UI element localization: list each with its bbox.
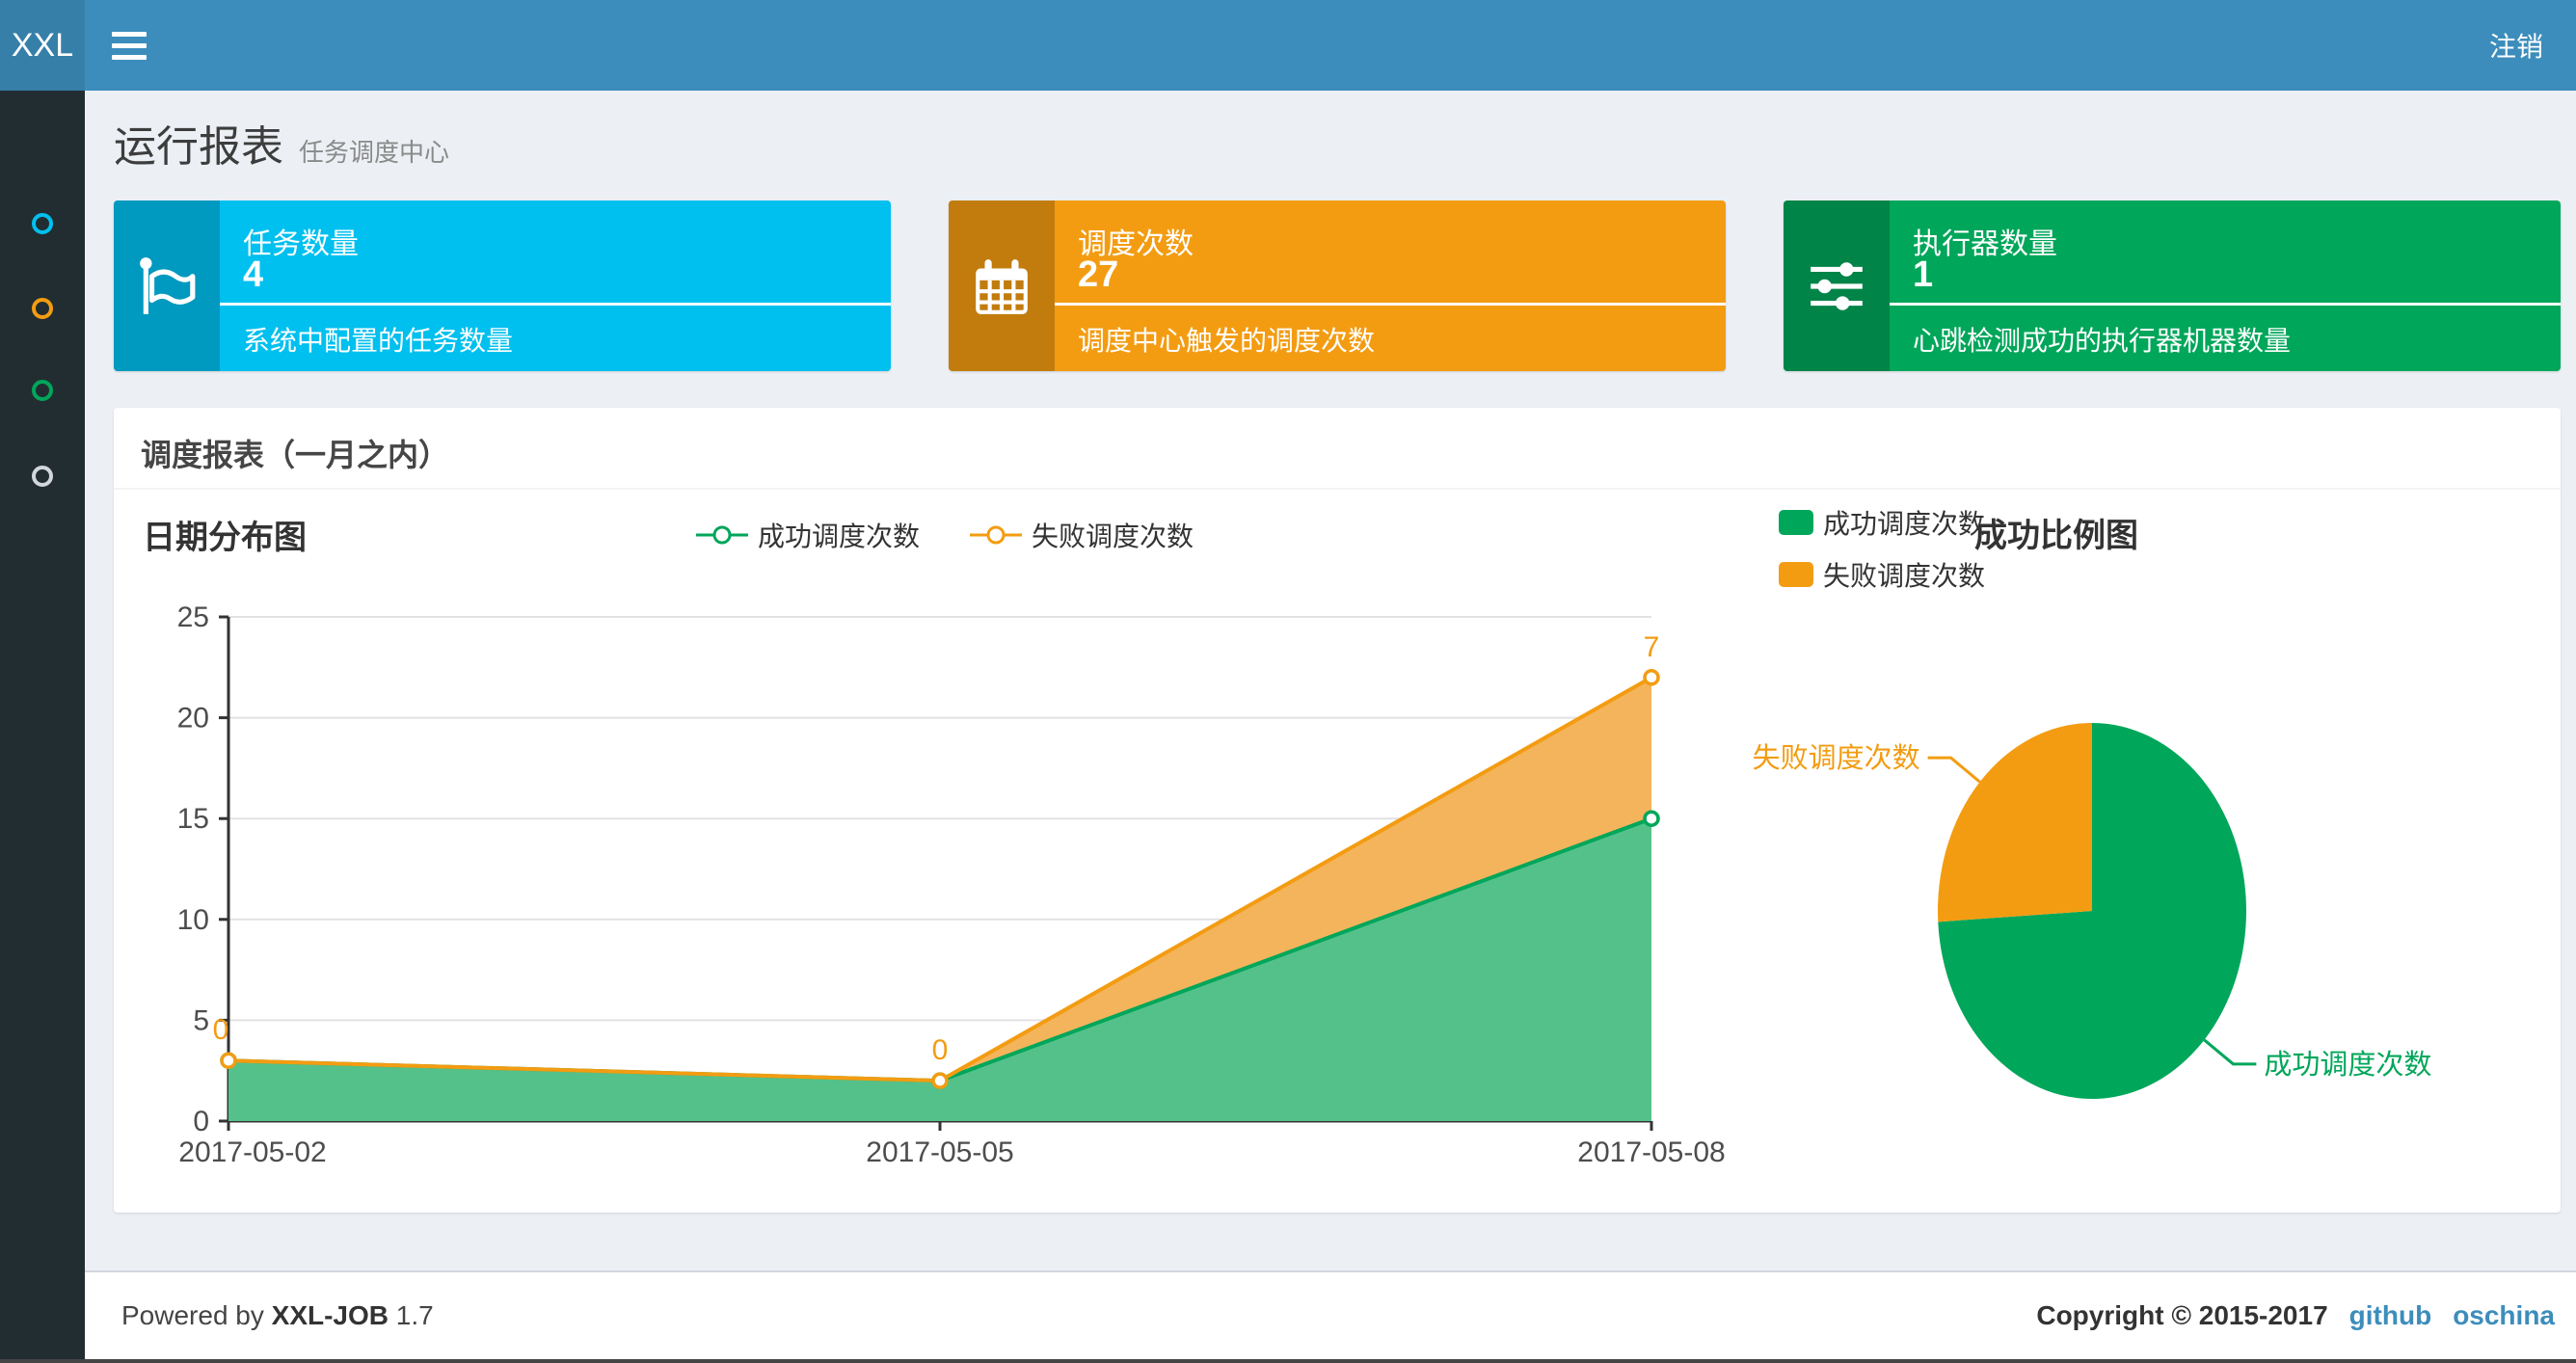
- line-chart-legend: 成功调度次数 失败调度次数: [135, 516, 1755, 554]
- stat-value: 1: [1913, 254, 1934, 295]
- circle-icon: [32, 213, 53, 234]
- swatch-icon: [1779, 510, 1813, 535]
- circle-icon: [32, 380, 53, 401]
- legend-item-fail[interactable]: 失败调度次数: [1779, 555, 1985, 594]
- hamburger-icon: [112, 31, 147, 37]
- svg-text:0: 0: [193, 1106, 209, 1137]
- divider: [1890, 303, 2561, 306]
- page-subtitle: 任务调度中心: [299, 138, 450, 167]
- stat-title: 执行器数量: [1913, 228, 2057, 260]
- sidebar-item-4[interactable]: [23, 457, 62, 495]
- sliders-icon: [1784, 200, 1890, 371]
- svg-text:成功调度次数: 成功调度次数: [2264, 1049, 2431, 1081]
- oschina-link[interactable]: oschina: [2453, 1300, 2555, 1331]
- top-navbar: XXL 注销: [0, 0, 2576, 91]
- copyright: Copyright © 2015-2017 github oschina: [2036, 1300, 2555, 1331]
- svg-text:25: 25: [177, 601, 209, 633]
- legend-item-fail[interactable]: 失败调度次数: [970, 516, 1194, 554]
- legend-label: 失败调度次数: [1823, 561, 1986, 591]
- legend-item-success[interactable]: 成功调度次数: [1779, 503, 1985, 542]
- svg-text:2017-05-08: 2017-05-08: [1577, 1136, 1725, 1168]
- line-circle-marker-icon: [970, 525, 1022, 545]
- panel-header: 调度报表（一月之内）: [114, 408, 2561, 490]
- logout-button[interactable]: 注销: [2489, 0, 2543, 91]
- svg-text:失败调度次数: 失败调度次数: [1753, 742, 1920, 774]
- line-circle-marker-icon: [695, 525, 748, 545]
- sidebar: [0, 91, 85, 1363]
- stat-description: 调度中心触发的调度次数: [1078, 326, 1376, 356]
- stat-box-executors: 执行器数量 1 心跳检测成功的执行器机器数量: [1784, 200, 2561, 371]
- legend-label: 成功调度次数: [757, 521, 920, 551]
- sidebar-item-2[interactable]: [23, 289, 62, 328]
- report-panel: 调度报表（一月之内） 0 5 10 15 20 25 2017-05-02 2017-05-0…: [114, 408, 2561, 1213]
- stat-value: 27: [1078, 254, 1119, 295]
- panel-title: 调度报表（一月之内）: [141, 438, 450, 472]
- pie-chart-title: 成功比例图: [1974, 518, 2138, 554]
- github-link[interactable]: github: [2349, 1300, 2432, 1331]
- svg-text:0: 0: [932, 1034, 949, 1066]
- svg-text:0: 0: [213, 1014, 229, 1046]
- copyright-text: Copyright © 2015-2017: [2036, 1300, 2328, 1330]
- legend-label: 失败调度次数: [1032, 521, 1194, 551]
- stat-box-jobs: 任务数量 4 系统中配置的任务数量: [114, 200, 891, 371]
- circle-icon: [32, 466, 53, 487]
- svg-text:2017-05-02: 2017-05-02: [178, 1136, 326, 1168]
- sidebar-item-3[interactable]: [23, 371, 62, 410]
- stat-description: 心跳检测成功的执行器机器数量: [1913, 326, 2292, 356]
- svg-text:10: 10: [177, 904, 209, 936]
- stat-description: 系统中配置的任务数量: [243, 326, 514, 356]
- xxl-job-dashboard: { "header": { "logo": "XXL", "logout": "…: [0, 0, 2576, 1363]
- window-edge: [0, 1359, 2576, 1363]
- legend-item-success[interactable]: 成功调度次数: [695, 516, 920, 554]
- svg-text:5: 5: [193, 1004, 209, 1036]
- powered-by: Powered by XXL-JOB 1.7: [121, 1300, 434, 1331]
- svg-text:15: 15: [177, 803, 209, 835]
- divider: [1055, 303, 1726, 306]
- flag-icon: [114, 200, 220, 371]
- page-footer: Powered by XXL-JOB 1.7 Copyright © 2015-…: [85, 1270, 2576, 1359]
- product-name: XXL-JOB: [271, 1300, 389, 1330]
- svg-text:7: 7: [1644, 631, 1660, 663]
- product-version: 1.7: [395, 1300, 434, 1330]
- calendar-icon: [949, 200, 1055, 371]
- app-logo[interactable]: XXL: [0, 0, 85, 91]
- pie-chart-legend: 成功调度次数 失败调度次数: [1779, 503, 1985, 594]
- divider: [220, 303, 891, 306]
- stat-box-triggers: 调度次数 27 调度中心触发的调度次数: [949, 200, 1726, 371]
- sidebar-item-1[interactable]: [23, 204, 62, 243]
- circle-icon: [32, 298, 53, 319]
- charts-canvas: 05101520252017-05-02 2017-05-05 2017-05-08…: [177, 601, 2432, 1168]
- hamburger-icon: [112, 42, 147, 48]
- swatch-icon: [1779, 562, 1813, 587]
- page-header: 运行报表 任务调度中心: [114, 112, 449, 174]
- page-title: 运行报表: [114, 123, 283, 171]
- svg-text:20: 20: [177, 703, 209, 735]
- svg-text:2017-05-05: 2017-05-05: [866, 1136, 1013, 1168]
- stat-value: 4: [243, 254, 264, 295]
- powered-by-text: Powered by: [121, 1300, 264, 1330]
- sidebar-toggle-button[interactable]: [85, 0, 174, 91]
- legend-label: 成功调度次数: [1823, 509, 1986, 539]
- hamburger-icon: [112, 54, 147, 60]
